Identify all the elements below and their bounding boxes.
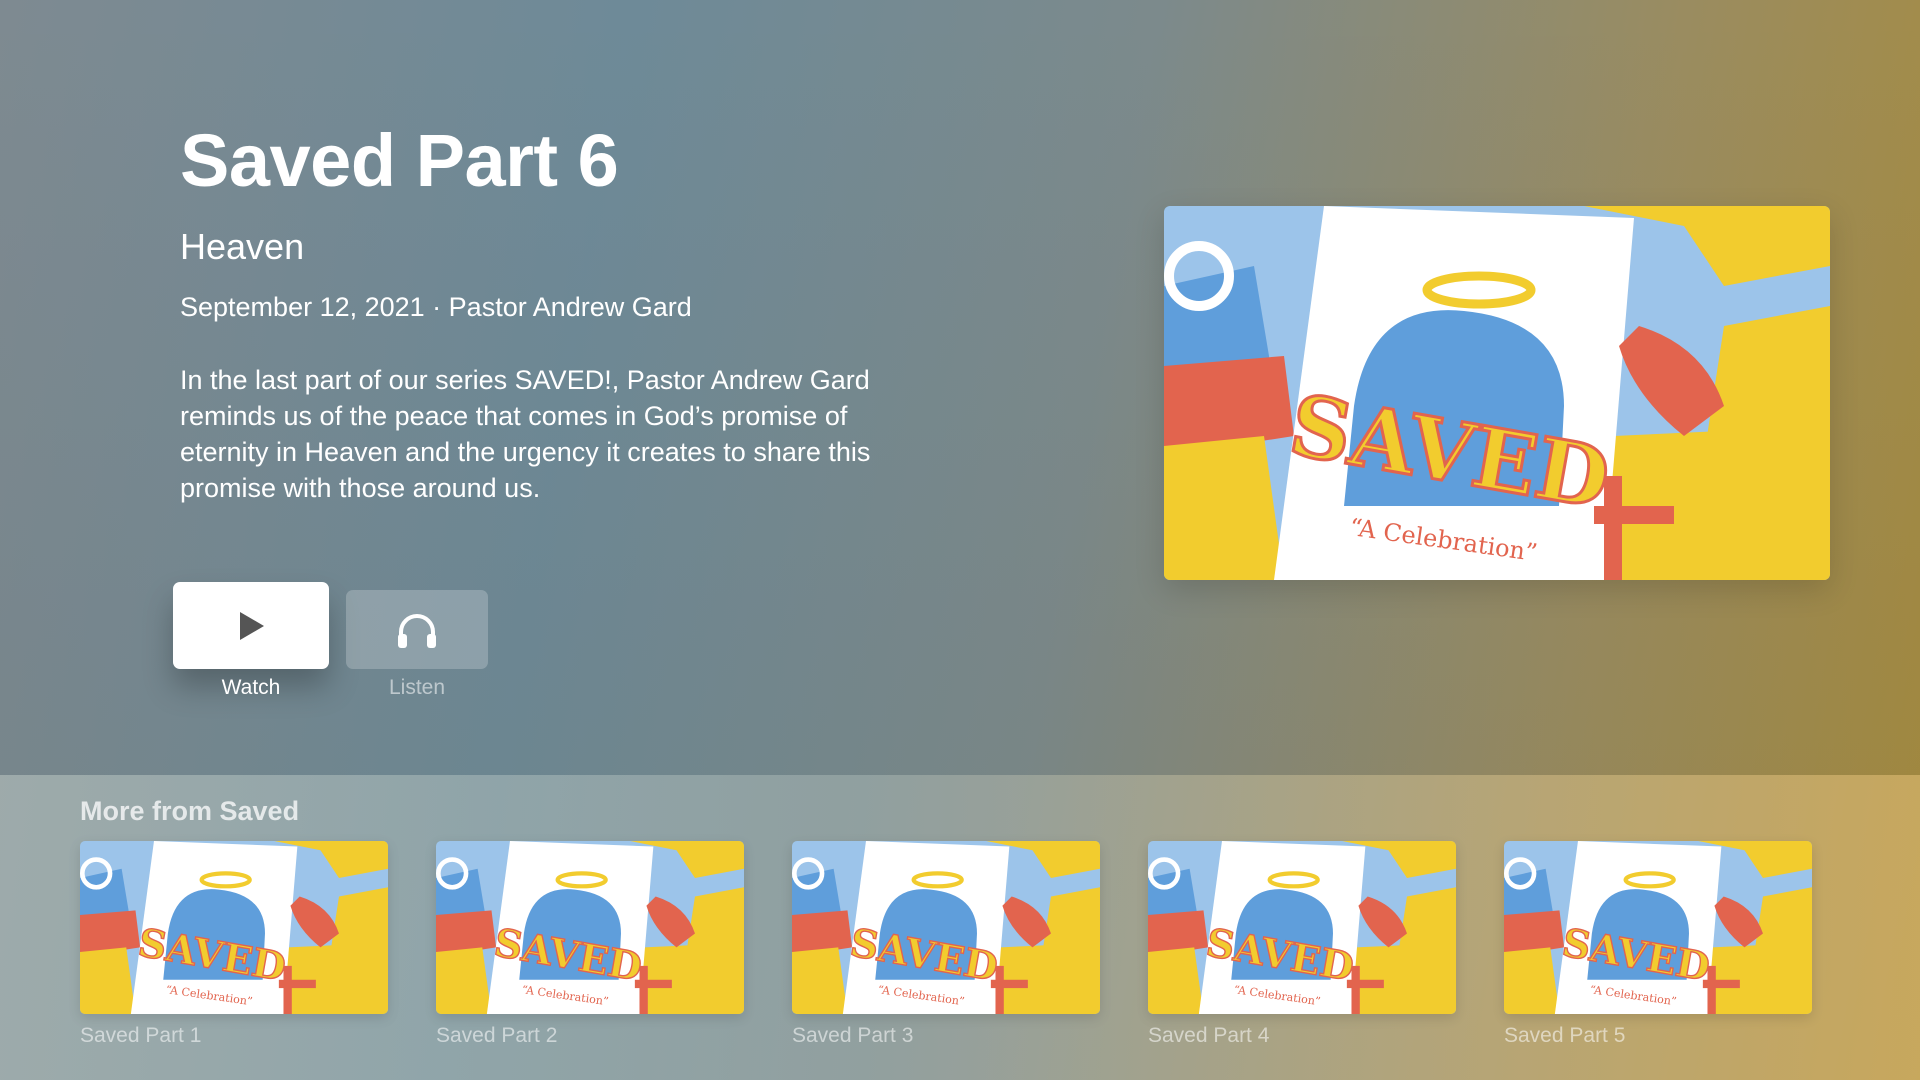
shelf-item-label: Saved Part 2 [436,1024,558,1047]
listen-button-label: Listen [388,676,446,699]
shelf-item-label: Saved Part 1 [80,1024,202,1047]
shelf-item[interactable]: SAVED “A Celebration” Saved Part 1 [80,841,388,1048]
play-icon [240,611,264,640]
thumbnail-art: SAVED “A Celebration” [80,841,388,1014]
shelf-item[interactable]: SAVED “A Celebration” Saved Part 4 [1148,841,1456,1048]
episode-description: In the last part of our series SAVED!, P… [180,365,871,503]
episode-subtitle: Heaven [180,226,305,267]
episode-thumbnail: SAVED “A Celebration” [1148,841,1456,1014]
shelf-item-label: Saved Part 3 [792,1024,914,1047]
thumbnail-art: SAVED “A Celebration” [1148,841,1456,1014]
episode-meta: September 12, 2021 · Pastor Andrew Gard [180,292,692,322]
listen-button[interactable] [346,590,488,669]
shelf-title: More from Saved [80,796,300,826]
watch-button[interactable] [173,582,329,669]
series-artwork: SAVED “A Celebration” [1164,206,1830,580]
shelf-item[interactable]: SAVED “A Celebration” Saved Part 3 [792,841,1100,1048]
watch-button-label: Watch [221,676,281,699]
shelf-item-label: Saved Part 4 [1148,1024,1270,1047]
episode-thumbnail: SAVED “A Celebration” [436,841,744,1014]
thumbnail-art: SAVED “A Celebration” [436,841,744,1014]
thumbnail-art: SAVED “A Celebration” [1504,841,1812,1014]
shelf-item[interactable]: SAVED “A Celebration” Saved Part 5 [1504,841,1812,1048]
episode-thumbnail: SAVED “A Celebration” [80,841,388,1014]
shelf-item[interactable]: SAVED “A Celebration” Saved Part 2 [436,841,744,1048]
thumbnail-art: SAVED “A Celebration” [792,841,1100,1014]
shelf-item-label: Saved Part 5 [1504,1024,1626,1047]
episode-thumbnail: SAVED “A Celebration” [792,841,1100,1014]
headphones-icon [398,613,436,648]
episode-title: Saved Part 6 [180,119,619,202]
shelf-items: SAVED “A Celebration” Saved Part 1 SAVED… [80,841,1840,1056]
episode-thumbnail: SAVED “A Celebration” [1504,841,1812,1014]
